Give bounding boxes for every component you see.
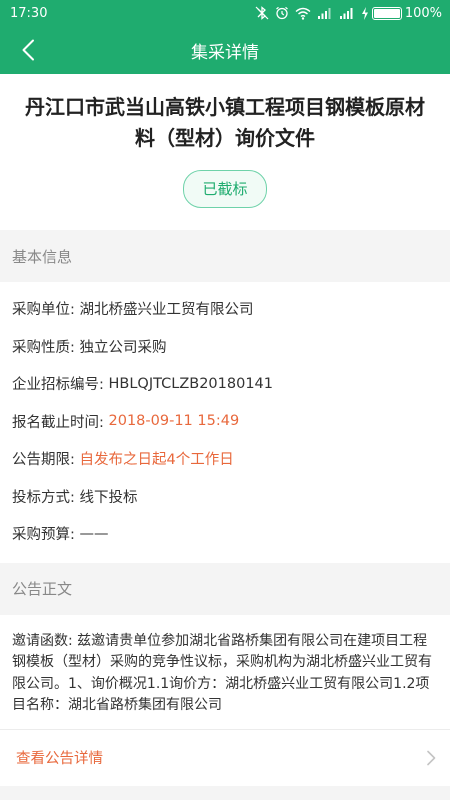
signal-icon — [317, 8, 331, 19]
info-row-purchase-type: 采购性质: 独立公司采购 — [0, 328, 450, 366]
notice-body: 邀请函数: 兹邀请贵单位参加湖北省路桥集团有限公司在建项目工程钢模板（型材）采购… — [0, 614, 450, 729]
info-row-budget: 采购预算: —— — [0, 515, 450, 553]
signal-icon-2 — [339, 8, 353, 19]
battery-percent: 100% — [404, 5, 442, 21]
chevron-left-icon — [22, 39, 34, 61]
status-time: 17:30 — [10, 5, 48, 21]
chevron-right-icon — [427, 750, 436, 765]
info-row-deadline: 报名截止时间: 2018-09-11 15:49 — [0, 403, 450, 441]
battery-icon — [371, 6, 402, 20]
status-icons: 100% — [255, 6, 442, 21]
view-notice-details-link[interactable]: 查看公告详情 — [0, 729, 450, 786]
battery-fill — [373, 8, 400, 18]
battery-indicator: 100% — [361, 6, 442, 21]
wifi-icon — [295, 7, 311, 20]
bluetooth-off-icon — [255, 6, 269, 20]
info-value: —— — [79, 525, 109, 542]
info-row-tender-number: 企业招标编号: HBLQJTCLZB20180141 — [0, 365, 450, 403]
info-value: 2018-09-11 15:49 — [108, 413, 240, 430]
info-value: 湖北桥盛兴业工贸有限公司 — [79, 302, 254, 319]
basic-info-list: 采购单位: 湖北桥盛兴业工贸有限公司 采购性质: 独立公司采购 企业招标编号: … — [0, 282, 450, 563]
info-row-bid-method: 投标方式: 线下投标 — [0, 478, 450, 516]
notice-text: 邀请函数: 兹邀请贵单位参加湖北省路桥集团有限公司在建项目工程钢模板（型材）采购… — [12, 632, 432, 714]
info-row-notice-period: 公告期限: 自发布之日起4个工作日 — [0, 440, 450, 478]
alarm-icon — [275, 6, 288, 20]
info-label: 公告期限: — [12, 452, 75, 469]
section-header-basic-info: 基本信息 — [0, 230, 450, 282]
view-notice-details-label: 查看公告详情 — [16, 751, 103, 767]
info-value: 线下投标 — [79, 489, 138, 506]
info-label: 采购预算: — [12, 527, 75, 544]
page-title: 集采详情 — [191, 42, 259, 63]
nav-bar: 集采详情 — [0, 26, 450, 74]
info-label: 企业招标编号: — [12, 377, 104, 394]
info-label: 投标方式: — [12, 489, 75, 506]
status-badge: 已截标 — [183, 170, 267, 208]
section-header-notice: 公告正文 — [0, 562, 450, 615]
info-label: 采购单位: — [12, 302, 75, 319]
back-button[interactable] — [10, 26, 46, 74]
info-value: HBLQJTCLZB20180141 — [108, 375, 274, 392]
charging-icon — [361, 6, 368, 20]
document-title: 丹江口市武当山高铁小镇工程项目钢模板原材料（型材）询价文件 — [25, 95, 425, 150]
info-row-purchaser: 采购单位: 湖北桥盛兴业工贸有限公司 — [0, 290, 450, 328]
info-label: 采购性质: — [12, 339, 75, 356]
info-value: 自发布之日起4个工作日 — [79, 452, 234, 469]
info-value: 独立公司采购 — [79, 339, 167, 356]
status-bar: 17:30 100% — [0, 0, 450, 26]
header-card: 丹江口市武当山高铁小镇工程项目钢模板原材料（型材）询价文件 已截标 — [0, 74, 450, 230]
info-label: 报名截止时间: — [12, 414, 104, 431]
